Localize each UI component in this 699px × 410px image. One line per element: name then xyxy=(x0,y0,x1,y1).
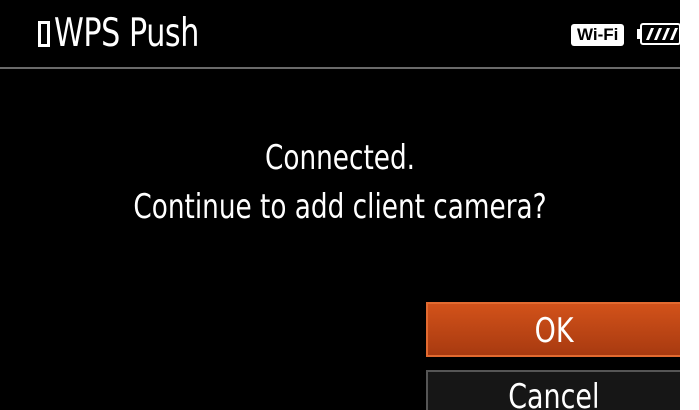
title-bar: WPS Push Wi-Fi xyxy=(0,0,680,68)
ok-button-label: OK xyxy=(534,311,574,351)
camera-screen: WPS Push Wi-Fi Connected. Continue to ad… xyxy=(0,0,680,410)
page-title: WPS Push xyxy=(54,11,199,56)
dialog-message: Connected. Continue to add client camera… xyxy=(0,134,680,232)
wifi-badge: Wi-Fi xyxy=(571,24,625,46)
message-line-question: Continue to add client camera? xyxy=(133,187,547,227)
title-divider xyxy=(0,67,680,69)
cancel-button-label: Cancel xyxy=(508,377,600,410)
message-line-connected: Connected. xyxy=(264,138,416,178)
phone-icon xyxy=(38,21,50,47)
battery-icon xyxy=(637,23,680,45)
cancel-button[interactable]: Cancel xyxy=(426,370,680,410)
ok-button[interactable]: OK xyxy=(426,302,680,357)
